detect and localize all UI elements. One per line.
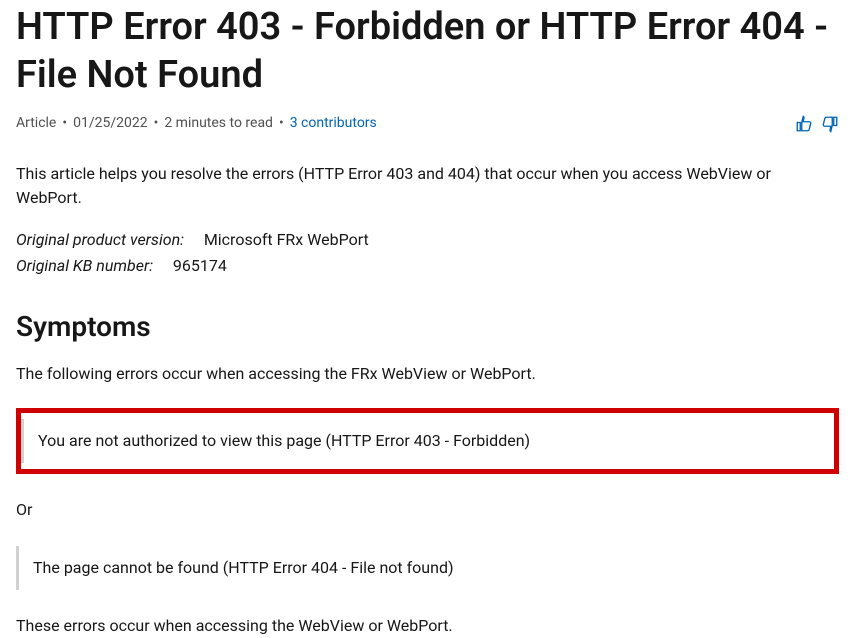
kb-number-value: 965174 — [173, 256, 227, 275]
symptoms-intro: The following errors occur when accessin… — [16, 362, 839, 386]
thumbs-up-icon[interactable] — [795, 115, 813, 133]
thumbs-down-icon[interactable] — [821, 115, 839, 133]
or-text: Or — [16, 498, 839, 522]
error-403-quote: You are not authorized to view this page… — [21, 419, 818, 463]
contributors-link[interactable]: 3 contributors — [290, 113, 377, 134]
intro-paragraph: This article helps you resolve the error… — [16, 162, 839, 210]
meta-type: Article — [16, 113, 56, 134]
highlighted-error-box: You are not authorized to view this page… — [16, 408, 839, 474]
kb-number-row: Original KB number: 965174 — [16, 254, 839, 278]
closing-text: These errors occur when accessing the We… — [16, 614, 839, 638]
meta-sep: • — [62, 113, 67, 134]
meta-row: Article • 01/25/2022 • 2 minutes to read… — [16, 113, 839, 134]
meta-sep: • — [279, 113, 284, 134]
product-version-row: Original product version: Microsoft FRx … — [16, 228, 839, 252]
error-404-quote: The page cannot be found (HTTP Error 404… — [16, 546, 839, 590]
product-version-value: Microsoft FRx WebPort — [204, 230, 369, 249]
error-403-text: You are not authorized to view this page… — [38, 431, 530, 450]
symptoms-heading: Symptoms — [16, 306, 839, 348]
meta-left: Article • 01/25/2022 • 2 minutes to read… — [16, 113, 377, 134]
kv-block: Original product version: Microsoft FRx … — [16, 228, 839, 278]
page-title: HTTP Error 403 - Forbidden or HTTP Error… — [16, 4, 839, 99]
meta-reading-time: 2 minutes to read — [164, 113, 273, 134]
meta-date: 01/25/2022 — [73, 113, 148, 134]
error-404-text: The page cannot be found (HTTP Error 404… — [33, 558, 454, 577]
error-404-wrap: The page cannot be found (HTTP Error 404… — [16, 546, 839, 590]
product-version-label: Original product version: — [16, 230, 184, 249]
kb-number-label: Original KB number: — [16, 256, 153, 275]
feedback-icons — [795, 115, 839, 133]
meta-sep: • — [154, 113, 159, 134]
